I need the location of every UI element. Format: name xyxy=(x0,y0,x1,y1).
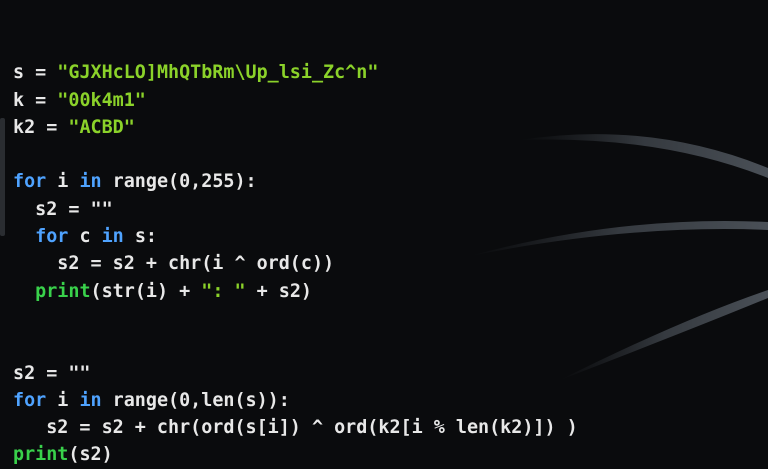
code-line: s2 = "" xyxy=(13,196,578,223)
code-text: (s2) xyxy=(68,444,113,466)
code-text: range(0,255): xyxy=(101,171,257,193)
code-string: ": " xyxy=(201,280,246,302)
code-builtin: print xyxy=(13,444,69,466)
code-string: "00k4m1" xyxy=(57,89,146,111)
code-text: c xyxy=(68,226,102,248)
code-text: (str(i) + xyxy=(90,280,202,302)
code-line: for c in s: xyxy=(13,223,578,250)
code-text: s2 = "" xyxy=(13,198,113,220)
code-line: s2 = s2 + chr(i ^ ord(c)) xyxy=(13,250,578,277)
code-text: i xyxy=(46,171,80,193)
code-text: k2 = xyxy=(13,116,69,138)
code-keyword: in xyxy=(79,389,102,411)
code-line: s2 = s2 + chr(ord(s[i]) ^ ord(k2[i % len… xyxy=(13,414,578,441)
code-builtin: print xyxy=(35,280,91,302)
code-keyword: for xyxy=(13,171,47,193)
code-text: range(0,len(s)): xyxy=(101,389,290,411)
code-string: "ACBD" xyxy=(68,116,135,138)
code-text: i xyxy=(46,389,80,411)
code-line: for i in range(0,len(s)): xyxy=(13,387,578,414)
code-text: k = xyxy=(13,89,58,111)
code-line: s = "GJXHcLO]MhQTbRm\Up_lsi_Zc^n" xyxy=(13,59,578,86)
code-text: s2 = "" xyxy=(13,362,91,384)
code-keyword: in xyxy=(101,226,124,248)
code-text: s = xyxy=(13,62,58,84)
scrollbar[interactable] xyxy=(0,118,5,236)
code-line: print(s2) xyxy=(13,441,578,468)
code-keyword: in xyxy=(79,171,102,193)
code-text: + s2) xyxy=(245,280,312,302)
code-line: k2 = "ACBD" xyxy=(13,114,578,141)
wallpaper-swoosh-3 xyxy=(560,290,768,380)
code-line: s2 = "" xyxy=(13,360,578,387)
code-text: s: xyxy=(123,226,157,248)
code-editor[interactable]: s = "GJXHcLO]MhQTbRm\Up_lsi_Zc^n" k = "00… xyxy=(13,32,578,469)
code-text: s2 = s2 + chr(ord(s[i]) ^ ord(k2[i % len… xyxy=(13,417,578,439)
code-keyword: for xyxy=(35,226,69,248)
code-string: "GJXHcLO]MhQTbRm\Up_lsi_Zc^n" xyxy=(57,62,379,84)
code-line: k = "00k4m1" xyxy=(13,87,578,114)
code-line: print(str(i) + ": " + s2) xyxy=(13,278,578,305)
code-text: s2 = s2 + chr(i ^ ord(c)) xyxy=(13,253,335,275)
code-line: for i in range(0,255): xyxy=(13,168,578,195)
code-keyword: for xyxy=(13,389,47,411)
